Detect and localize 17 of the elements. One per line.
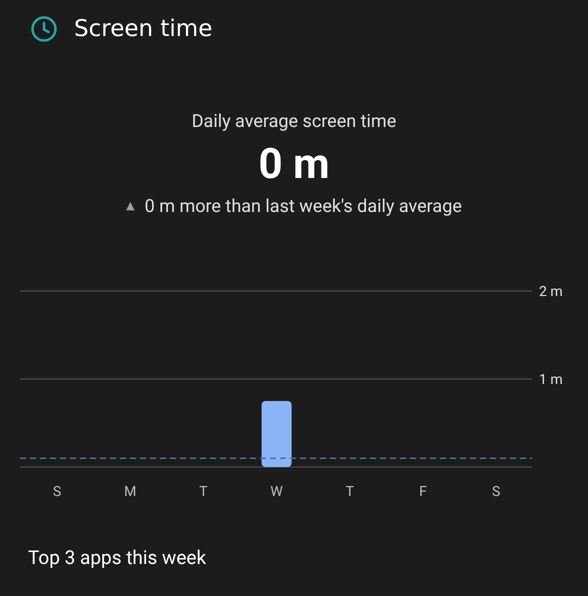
axis-label: 1 m xyxy=(539,372,563,388)
section-title: Top 3 apps this week xyxy=(28,545,208,571)
day-label: W xyxy=(270,484,283,500)
day-label: T xyxy=(199,484,208,500)
summary-label: Daily average screen time xyxy=(192,110,396,134)
clock-icon xyxy=(30,15,58,43)
comparison-text: 0 m more than last week's daily average xyxy=(144,195,462,219)
axis-label: 2 m xyxy=(539,284,563,300)
day-label: S xyxy=(492,484,500,500)
summary-value: 0 m xyxy=(258,139,330,191)
page-title: Screen time xyxy=(74,14,212,44)
up-triangle-icon: ▲ xyxy=(126,198,135,215)
day-label: M xyxy=(124,484,136,500)
day-label: T xyxy=(346,484,354,500)
bar xyxy=(262,401,292,467)
day-label: S xyxy=(52,484,62,500)
day-label: F xyxy=(419,484,427,500)
